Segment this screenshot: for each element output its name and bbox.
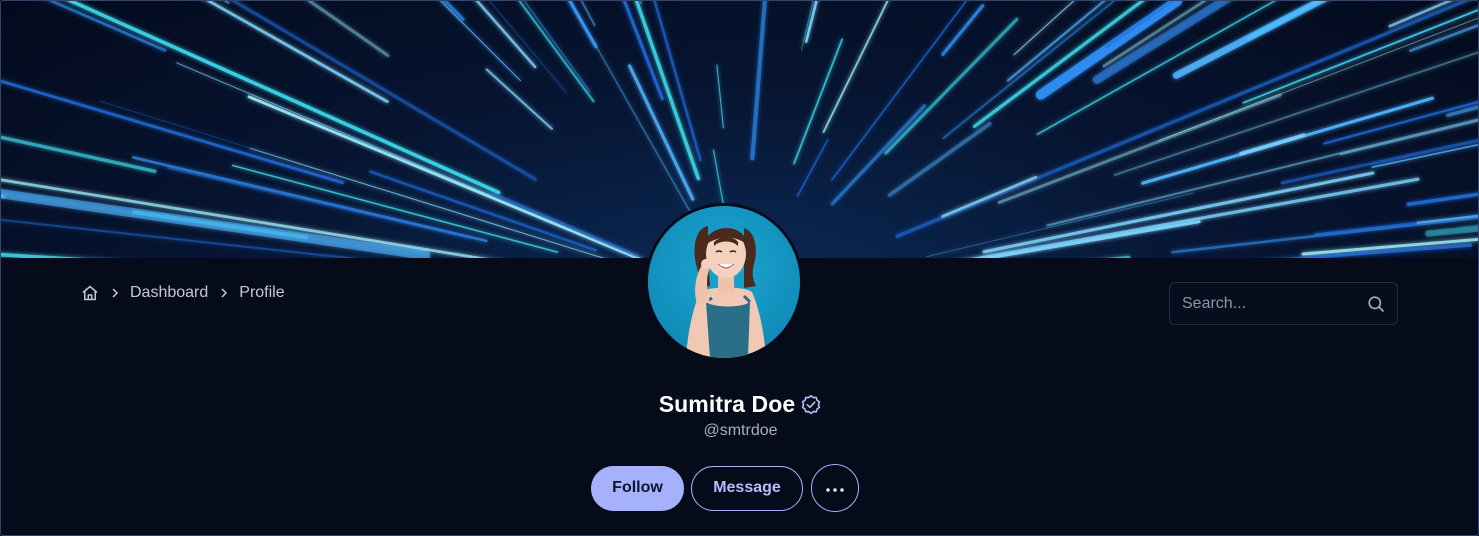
light-streak xyxy=(796,138,829,197)
light-streak xyxy=(804,1,818,43)
light-streak xyxy=(793,38,843,165)
profile-actions: Follow Message xyxy=(591,464,859,512)
light-streak xyxy=(567,1,598,49)
light-streak xyxy=(941,175,1038,218)
light-streak xyxy=(485,68,553,130)
profile-name-row: Sumitra Doe xyxy=(1,391,1478,418)
avatar-photo xyxy=(648,206,800,358)
light-streak xyxy=(941,4,985,56)
light-streak xyxy=(1,135,157,174)
light-streak xyxy=(1239,133,1306,156)
search-icon[interactable] xyxy=(1367,295,1385,313)
light-streak xyxy=(1339,119,1478,156)
profile-handle: @smtrdoe xyxy=(703,422,778,439)
chevron-right-icon xyxy=(220,287,228,299)
light-streak xyxy=(439,1,521,82)
ellipsis-icon xyxy=(826,479,844,497)
light-streak xyxy=(1035,1,1183,100)
light-streak xyxy=(306,1,390,58)
avatar[interactable] xyxy=(645,203,803,361)
light-streak xyxy=(822,1,889,134)
follow-button[interactable]: Follow xyxy=(591,465,684,511)
profile-page: Dashboard Profile Search... Sumitra Doe … xyxy=(0,0,1479,536)
chevron-right-icon xyxy=(111,287,119,299)
light-streak xyxy=(830,104,927,206)
light-streak xyxy=(1036,1,1277,136)
verified-badge-icon xyxy=(800,394,822,416)
light-streak xyxy=(1158,17,1478,142)
light-streak xyxy=(1306,9,1478,79)
light-streak xyxy=(176,62,492,196)
light-streak xyxy=(1,252,84,258)
search-box xyxy=(1169,282,1398,325)
light-streak xyxy=(99,100,278,157)
light-streak xyxy=(230,1,538,181)
light-streak xyxy=(884,17,1019,155)
light-streak xyxy=(48,1,167,52)
light-streak xyxy=(223,1,230,4)
light-streak xyxy=(580,1,596,27)
light-streak xyxy=(132,156,488,243)
light-streak xyxy=(750,1,767,161)
light-streak xyxy=(997,93,1282,204)
light-streak xyxy=(1242,9,1478,104)
home-icon[interactable] xyxy=(81,284,99,302)
message-button[interactable]: Message xyxy=(691,465,803,511)
light-streak xyxy=(1,194,5,199)
profile-name: Sumitra Doe xyxy=(658,391,796,417)
more-options-button[interactable] xyxy=(811,464,859,512)
light-streak xyxy=(475,1,537,69)
light-streak xyxy=(231,164,559,253)
breadcrumb-profile[interactable]: Profile xyxy=(239,284,284,302)
search-input[interactable] xyxy=(1182,294,1367,313)
light-streak xyxy=(518,1,595,103)
light-streak xyxy=(942,1,1116,140)
breadcrumb: Dashboard Profile xyxy=(81,284,285,302)
breadcrumb-dashboard[interactable]: Dashboard xyxy=(130,284,208,302)
light-streak xyxy=(716,64,724,129)
light-streak xyxy=(1172,1,1328,79)
light-streak xyxy=(831,1,967,181)
